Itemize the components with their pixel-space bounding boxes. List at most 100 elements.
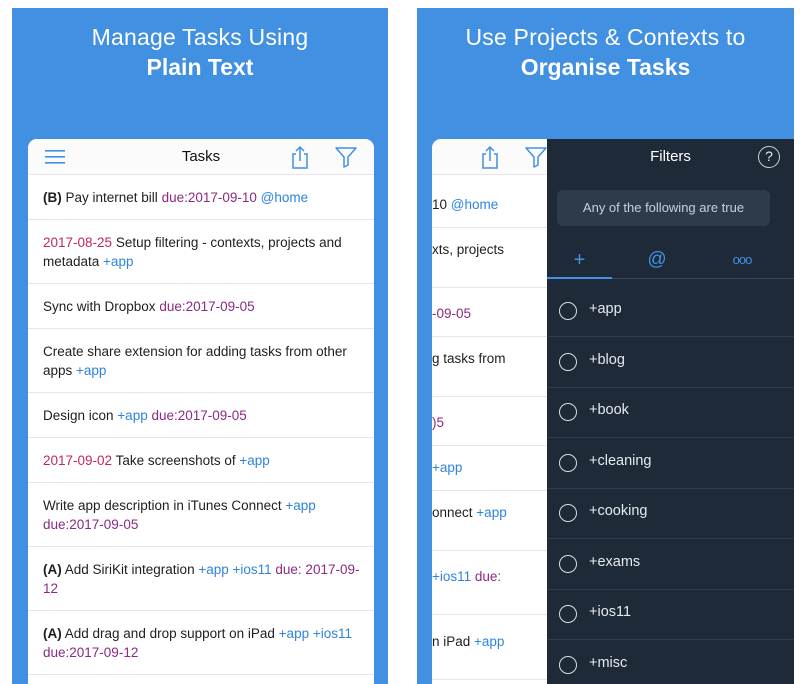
task-fragment-text: n iPad bbox=[432, 634, 475, 649]
help-button[interactable]: ? bbox=[758, 146, 780, 168]
task-row[interactable]: 2017-09-02 Take screenshots of +app bbox=[28, 438, 374, 483]
filter-item[interactable]: +ios11 bbox=[547, 590, 794, 640]
task-priority: (A) bbox=[43, 625, 62, 641]
task-tag: @home bbox=[256, 189, 309, 205]
checkbox-circle-icon[interactable] bbox=[559, 655, 577, 674]
left-promo-panel: Manage Tasks Using Plain Text Tasks (B) … bbox=[12, 8, 388, 684]
task-date: 2017-08-25 bbox=[43, 234, 113, 250]
task-text: (A) Add SiriKit integration +app +ios11 … bbox=[43, 560, 364, 598]
task-fragment-text: g tasks from bbox=[432, 351, 506, 366]
task-priority: (A) bbox=[43, 561, 62, 577]
share-icon[interactable] bbox=[477, 144, 503, 170]
filter-item[interactable]: +cooking bbox=[547, 489, 794, 539]
task-description: Add drag and drop support on iPad bbox=[61, 625, 279, 641]
filters-title: Filters bbox=[650, 148, 691, 165]
checkbox-circle-icon[interactable] bbox=[559, 453, 577, 472]
left-headline: Manage Tasks Using Plain Text bbox=[12, 22, 388, 82]
task-text: Sync with Dropbox due:2017-09-05 bbox=[43, 297, 255, 316]
task-text: 2017-08-25 Setup filtering - contexts, p… bbox=[43, 233, 364, 271]
filter-item[interactable]: +cleaning bbox=[547, 439, 794, 489]
task-text: Write app description in iTunes Connect … bbox=[43, 496, 364, 534]
task-date: 2017-09-02 bbox=[43, 452, 113, 468]
task-fragment: 10 @home bbox=[432, 197, 498, 212]
task-tag: +app bbox=[285, 497, 316, 513]
filter-item-label: +cooking bbox=[589, 503, 648, 519]
task-text: Create share extension for adding tasks … bbox=[43, 342, 364, 380]
task-tag: +app +ios11 bbox=[278, 625, 352, 641]
filter-item[interactable]: +blog bbox=[547, 338, 794, 388]
task-row[interactable]: Design icon +app due:2017-09-05 bbox=[28, 393, 374, 438]
right-headline-line2: Organise Tasks bbox=[520, 54, 691, 80]
task-fragment: +app bbox=[432, 460, 462, 475]
task-description: Pay internet bill bbox=[61, 189, 162, 205]
filter-tabs: + @ ooo bbox=[547, 243, 794, 279]
tab-contexts[interactable]: @ bbox=[627, 243, 687, 279]
task-fragment-tag: +app bbox=[432, 460, 463, 475]
checkbox-circle-icon[interactable] bbox=[559, 554, 577, 573]
task-row[interactable]: (B) Pay internet bill due:2017-09-10 @ho… bbox=[28, 175, 374, 220]
task-fragment: xts, projects bbox=[432, 242, 504, 257]
checkbox-circle-icon[interactable] bbox=[559, 403, 577, 421]
checkbox-circle-icon[interactable] bbox=[559, 302, 577, 320]
filter-icon[interactable] bbox=[523, 144, 549, 170]
task-row[interactable]: Create share extension for adding tasks … bbox=[28, 329, 374, 393]
task-fragment-due: due: bbox=[474, 569, 502, 584]
task-tag: +app bbox=[239, 452, 270, 468]
task-row[interactable]: (A) Add SiriKit integration +app +ios11 … bbox=[28, 547, 374, 611]
filter-icon[interactable] bbox=[333, 144, 359, 170]
filters-navbar: Filters ? bbox=[547, 139, 794, 175]
task-tag: +app bbox=[76, 362, 107, 378]
filter-mode-selector[interactable]: Any of the following are true bbox=[557, 190, 770, 226]
task-fragment-text: 10 bbox=[432, 197, 451, 212]
left-headline-line2: Plain Text bbox=[146, 54, 254, 80]
task-fragment-text: xts, projects bbox=[432, 242, 505, 257]
tasks-navbar: Tasks bbox=[28, 139, 374, 175]
task-list: (B) Pay internet bill due:2017-09-10 @ho… bbox=[28, 175, 374, 675]
task-row[interactable]: 2017-08-25 Setup filtering - contexts, p… bbox=[28, 220, 374, 284]
filter-item[interactable]: +exams bbox=[547, 540, 794, 590]
task-fragment: )5 bbox=[432, 415, 444, 430]
filter-item[interactable]: +book bbox=[547, 388, 794, 438]
filter-item-label: +cleaning bbox=[589, 452, 652, 469]
task-fragment: onnect +app bbox=[432, 505, 507, 520]
task-due: due:2017-09-12 bbox=[43, 644, 139, 660]
task-text: Design icon +app due:2017-09-05 bbox=[43, 406, 247, 425]
filter-item[interactable]: +misc bbox=[547, 641, 794, 684]
task-fragment: g tasks from bbox=[432, 351, 506, 366]
filter-item-label: +book bbox=[589, 402, 629, 418]
filter-item-label: +exams bbox=[589, 553, 641, 570]
task-tag: +app bbox=[103, 253, 134, 269]
tab-projects[interactable]: + bbox=[547, 243, 612, 279]
task-fragment-tag: +app bbox=[474, 634, 505, 649]
checkbox-circle-icon[interactable] bbox=[559, 352, 577, 371]
task-row[interactable]: Sync with Dropbox due:2017-09-05 bbox=[28, 284, 374, 329]
right-headline: Use Projects & Contexts to Organise Task… bbox=[417, 22, 794, 82]
task-due: due:2017-09-05 bbox=[159, 298, 255, 314]
right-promo-panel: Use Projects & Contexts to Organise Task… bbox=[417, 8, 794, 684]
tasks-screen: Tasks (B) Pay internet bill due:2017-09-… bbox=[28, 139, 374, 684]
filters-drawer: Filters ? Any of the following are true … bbox=[547, 139, 794, 684]
checkbox-circle-icon[interactable] bbox=[559, 605, 577, 623]
task-fragment: +ios11 due: bbox=[432, 569, 501, 584]
tasks-title: Tasks bbox=[181, 148, 221, 165]
filter-item[interactable]: +app bbox=[547, 287, 794, 337]
share-icon[interactable] bbox=[287, 144, 313, 170]
task-description: Add SiriKit integration bbox=[61, 561, 199, 577]
filter-item-label: +blog bbox=[589, 351, 625, 368]
task-fragment-text: onnect bbox=[432, 505, 477, 520]
task-text: (A) Add drag and drop support on iPad +a… bbox=[43, 624, 364, 662]
task-row[interactable]: (A) Add drag and drop support on iPad +a… bbox=[28, 611, 374, 675]
task-due: due:2017-09-10 bbox=[161, 189, 257, 205]
filter-item-label: +ios11 bbox=[589, 604, 632, 620]
left-headline-line1: Manage Tasks Using bbox=[91, 24, 309, 50]
right-headline-line1: Use Projects & Contexts to bbox=[465, 24, 746, 50]
task-fragment-tag: +ios11 bbox=[432, 569, 475, 584]
tab-metadata[interactable]: ooo bbox=[707, 243, 777, 279]
checkbox-circle-icon[interactable] bbox=[559, 504, 577, 522]
task-fragment: n iPad +app bbox=[432, 634, 504, 649]
task-fragment-tag: @home bbox=[450, 197, 499, 212]
task-fragment-tag: +app bbox=[476, 505, 507, 520]
task-fragment: -09-05 bbox=[432, 306, 471, 321]
task-fragment-due: -09-05 bbox=[432, 306, 472, 321]
task-row[interactable]: Write app description in iTunes Connect … bbox=[28, 483, 374, 547]
